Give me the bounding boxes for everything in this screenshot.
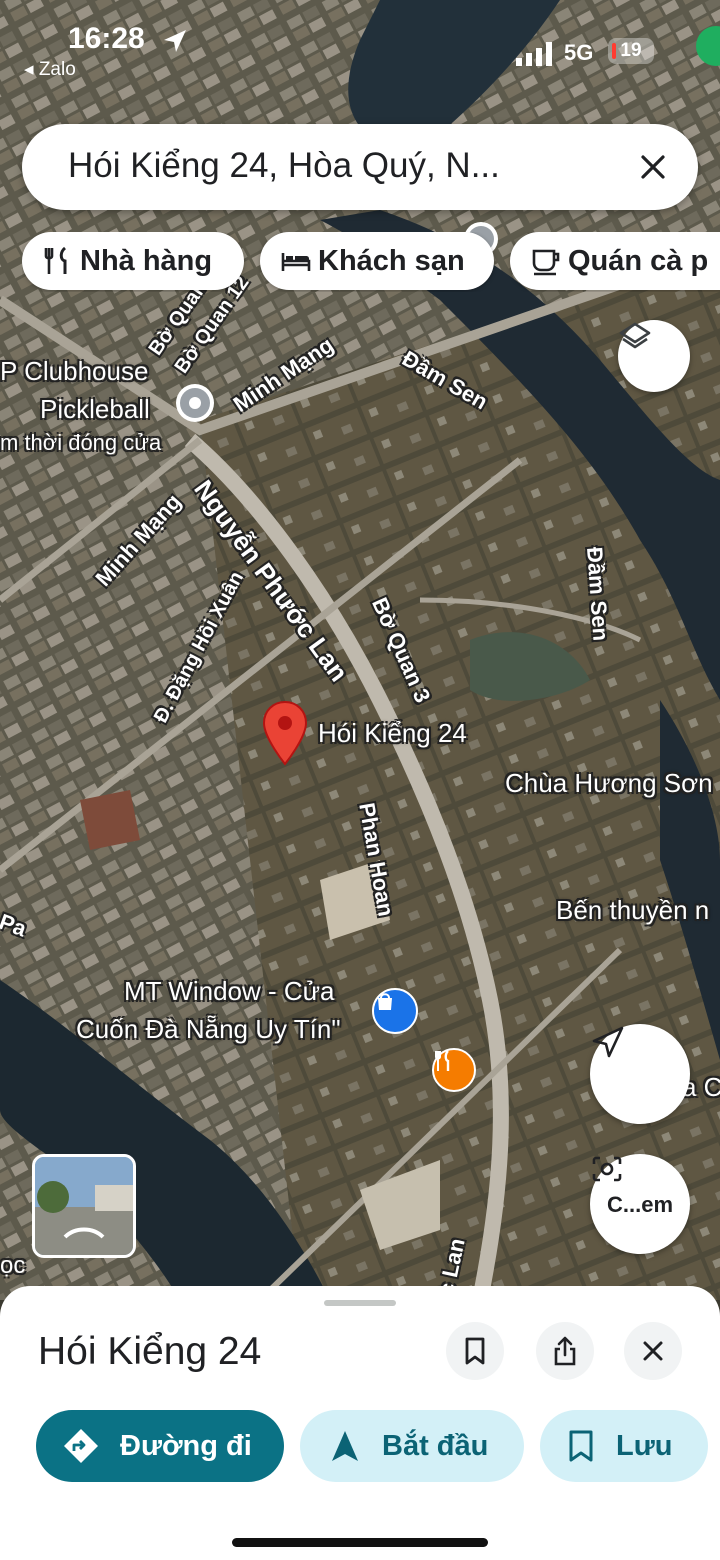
street-view-thumbnail[interactable] [32,1154,136,1258]
red-pin-icon [262,700,308,766]
lens-button[interactable]: C...em [590,1154,690,1254]
layers-icon [619,322,651,349]
bookmark-icon [569,1430,593,1462]
close-icon[interactable] [636,150,670,184]
shopping-bag-icon [378,993,392,1010]
chip-label: Khách sạn [318,244,465,277]
search-bar[interactable]: Hói Kiểng 24, Hòa Quý, N... [22,124,698,210]
start-button[interactable]: Bắt đầu [300,1410,524,1482]
share-icon [554,1336,576,1366]
back-triangle-icon: ◂ [24,59,34,80]
drag-handle[interactable] [324,1300,396,1306]
street-view-image [35,1157,133,1255]
home-indicator[interactable] [232,1538,488,1547]
navigation-arrow-icon [592,1026,624,1058]
bookmark-button[interactable] [446,1322,504,1380]
my-location-button[interactable] [590,1024,690,1124]
place-label-clubhouse[interactable]: P Clubhouse [0,356,148,387]
chip-cafes[interactable]: Quán cà p [510,232,720,290]
network-type: 5G [564,40,594,65]
restaurant-marker[interactable] [432,1048,476,1092]
save-button[interactable]: Lưu [540,1410,708,1482]
back-to-app[interactable]: ◂ Zalo [24,58,76,81]
fork-knife-icon [435,1050,450,1071]
hotel-icon [281,253,311,271]
place-label-pickleball[interactable]: Pickleball [40,394,150,425]
place-label-shop-line1[interactable]: MT Window - Cửa [124,976,335,1007]
status-time: 16:28 [68,22,145,55]
place-marker-clubhouse[interactable] [176,384,214,422]
chip-label: Quán cà p [568,244,709,277]
place-bottom-sheet[interactable]: Hói Kiểng 24 Đường đi Bắt đầu Lưu [0,1286,720,1560]
place-title: Hói Kiểng 24 [38,1330,262,1373]
chip-hotels[interactable]: Khách sạn [260,232,494,290]
chip-label: Nhà hàng [80,244,213,277]
close-sheet-button[interactable] [624,1322,682,1380]
place-label-dock[interactable]: Bến thuyền n [556,895,709,926]
navigation-icon [332,1431,358,1461]
directions-icon [64,1429,98,1463]
shop-marker[interactable] [372,988,418,1034]
directions-label: Đường đi [120,1429,252,1462]
gray-dot-icon [180,388,210,418]
start-label: Bắt đầu [382,1429,489,1462]
app-badge-icon [696,26,720,66]
close-icon [643,1341,663,1361]
bookmark-icon [465,1337,485,1365]
category-chips: Nhà hàng Khách sạn Quán cà p [22,232,720,292]
back-app-label: Zalo [38,59,76,80]
camera-lens-icon [592,1156,622,1182]
lens-button-label: C...em [606,1192,674,1217]
location-arrow-icon [164,30,186,52]
share-button[interactable] [536,1322,594,1380]
layers-button[interactable] [618,320,690,392]
place-status-closed: m thời đóng cửa [0,430,162,455]
signal-icon [516,42,552,66]
place-label-temple[interactable]: Chùa Hương Sơn [505,768,713,799]
directions-button[interactable]: Đường đi [36,1410,284,1482]
battery-low-bar [612,43,616,59]
coffee-icon [532,249,560,276]
location-pin[interactable] [262,700,308,766]
place-label-shop-line2[interactable]: Cuốn Đà Nẵng Uy Tín" [76,1014,341,1045]
search-query[interactable]: Hói Kiểng 24, Hòa Quý, N... [68,146,500,186]
battery-indicator: 19 [608,38,654,64]
chip-restaurants[interactable]: Nhà hàng [22,232,244,290]
status-bar: 16:28 ◂ Zalo 5G 19 [0,0,720,90]
place-label-edge-left: ọc [0,1252,26,1279]
save-label: Lưu [616,1429,673,1462]
restaurant-icon [44,246,67,274]
battery-level: 19 [620,40,642,61]
pin-label[interactable]: Hói Kiểng 24 [318,718,467,749]
